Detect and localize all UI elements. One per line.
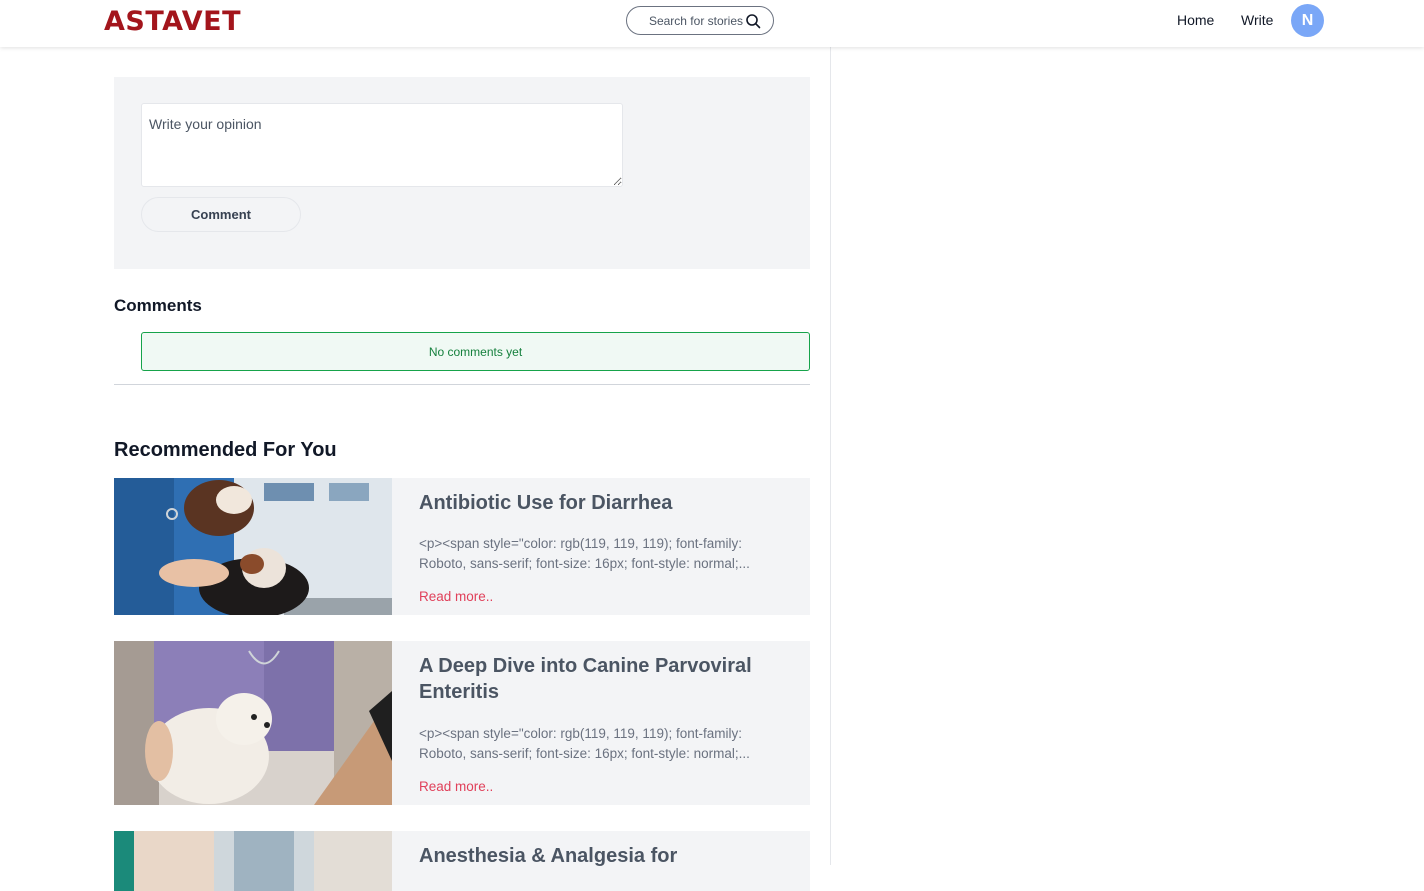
- vet-white-dog-illustration: [114, 641, 392, 805]
- recommended-card[interactable]: Anesthesia & Analgesia for: [114, 831, 810, 891]
- read-more-link[interactable]: Read more..: [419, 589, 493, 604]
- card-image-vet-puppies[interactable]: [114, 478, 392, 615]
- search-input[interactable]: [643, 13, 743, 28]
- section-divider: [114, 384, 810, 385]
- user-avatar[interactable]: N: [1291, 4, 1324, 37]
- card-body: Anesthesia & Analgesia for: [392, 831, 810, 891]
- no-comments-notice: No comments yet: [141, 332, 810, 371]
- read-more-link[interactable]: Read more..: [419, 779, 493, 794]
- card-title[interactable]: Anesthesia & Analgesia for: [419, 843, 782, 869]
- comments-heading: Comments: [114, 296, 202, 315]
- recommended-heading: Recommended For You: [114, 439, 337, 461]
- logo-text: ASTAVET: [104, 5, 241, 37]
- card-body: Antibiotic Use for Diarrhea <p><span sty…: [392, 478, 810, 615]
- recommended-card[interactable]: A Deep Dive into Canine Parvoviral Enter…: [114, 641, 810, 805]
- comment-submit-button[interactable]: Comment: [141, 197, 301, 232]
- card-image-vet-white-dog[interactable]: [114, 641, 392, 805]
- comment-form-panel: Comment: [114, 77, 810, 269]
- card-body: A Deep Dive into Canine Parvoviral Enter…: [392, 641, 810, 805]
- brand-logo[interactable]: ASTAVET: [104, 5, 241, 37]
- search-icon[interactable]: [745, 13, 761, 29]
- top-navbar: ASTAVET Home Write N: [0, 0, 1424, 47]
- recommended-card[interactable]: Antibiotic Use for Diarrhea <p><span sty…: [114, 478, 810, 615]
- nav-home-link[interactable]: Home: [1177, 12, 1214, 28]
- vet-clinic-illustration: [114, 831, 392, 891]
- comment-textarea[interactable]: [141, 103, 623, 187]
- card-title[interactable]: A Deep Dive into Canine Parvoviral Enter…: [419, 653, 782, 705]
- search-box[interactable]: [626, 6, 774, 35]
- card-excerpt: <p><span style="color: rgb(119, 119, 119…: [419, 536, 750, 571]
- card-excerpt: <p><span style="color: rgb(119, 119, 119…: [419, 726, 750, 761]
- vet-puppies-illustration: [114, 478, 392, 615]
- card-image-vet-clinic[interactable]: [114, 831, 392, 891]
- card-title[interactable]: Antibiotic Use for Diarrhea: [419, 490, 782, 516]
- nav-write-link[interactable]: Write: [1241, 12, 1273, 28]
- sidebar-divider: [830, 47, 831, 865]
